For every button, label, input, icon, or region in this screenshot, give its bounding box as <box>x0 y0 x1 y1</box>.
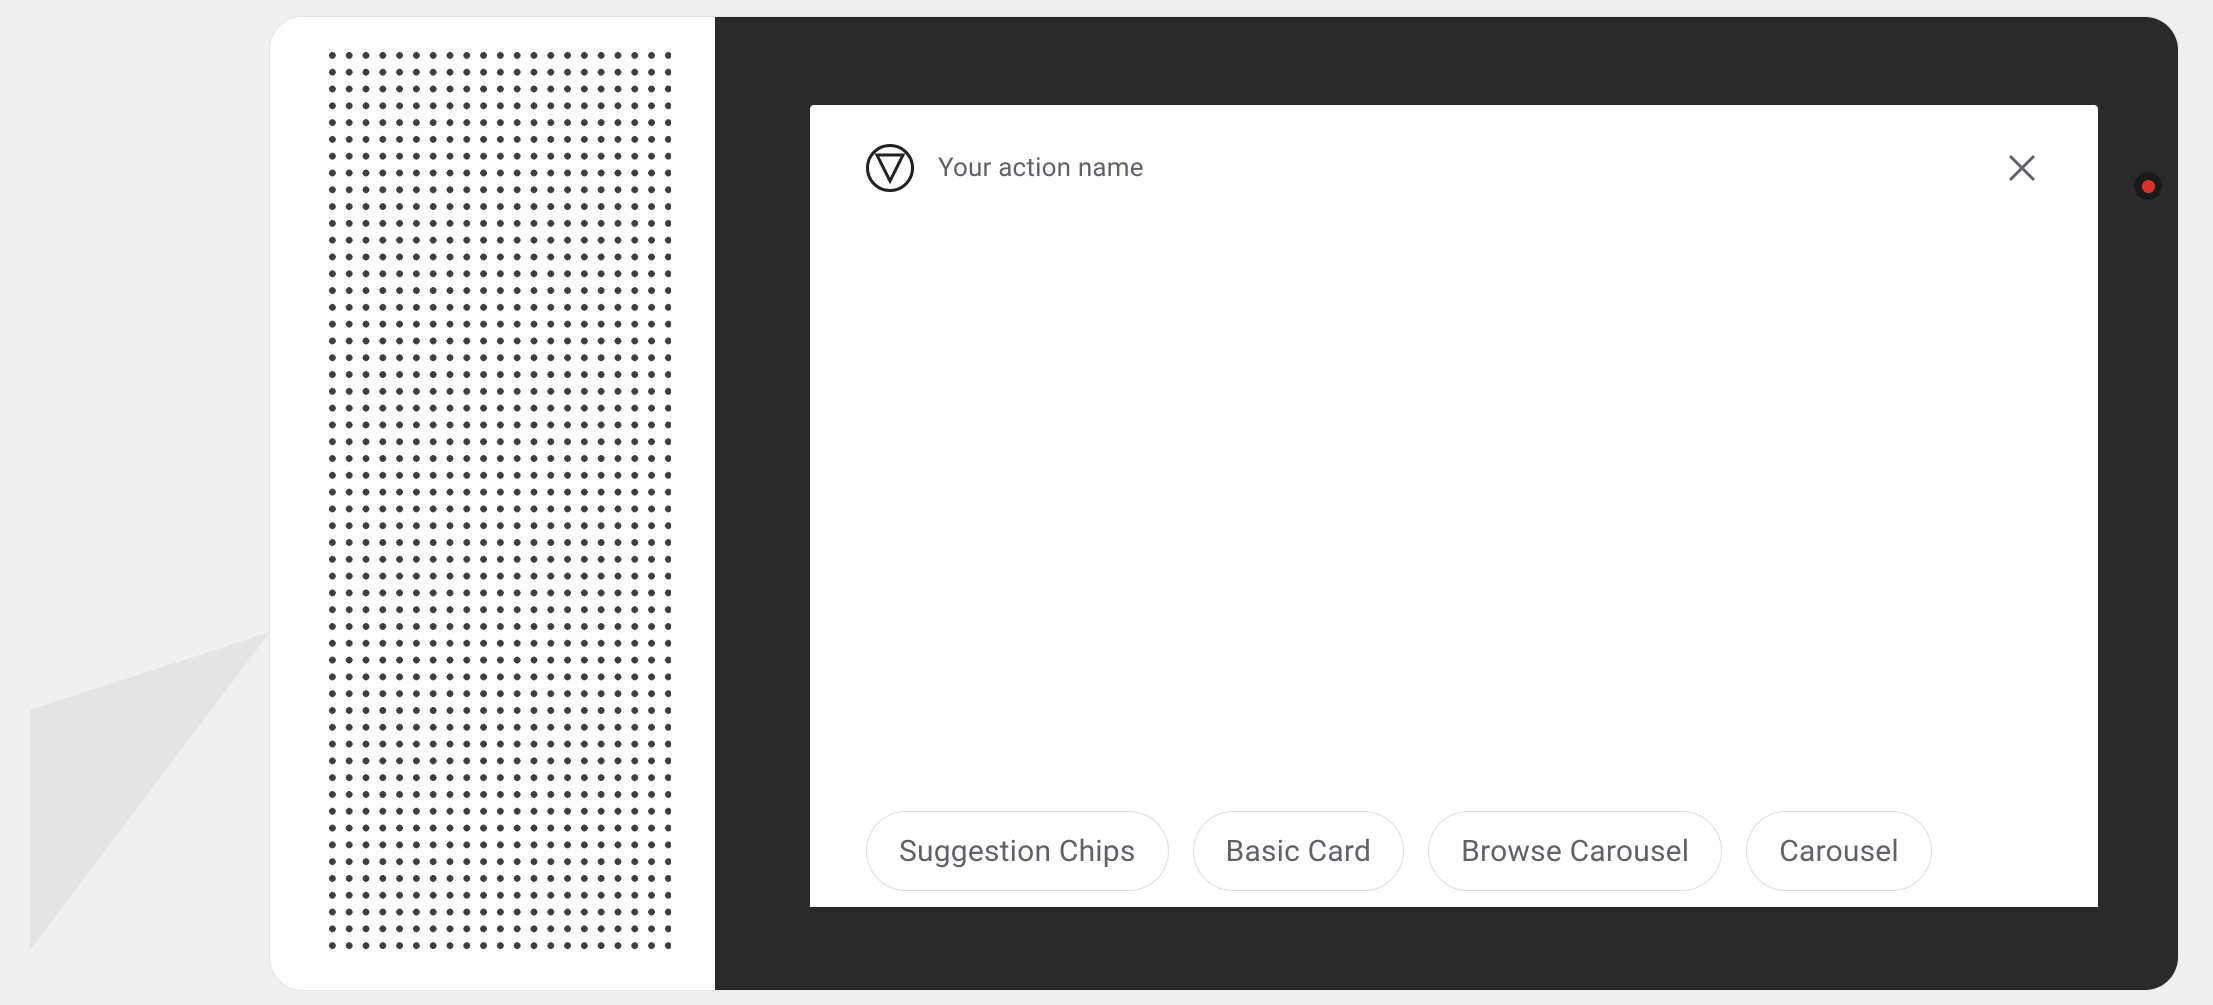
chip-carousel[interactable]: Carousel <box>1746 811 1932 891</box>
recording-indicator <box>2134 172 2162 200</box>
speaker-grill <box>324 47 671 955</box>
card-body <box>810 195 2098 811</box>
close-icon <box>2006 152 2038 184</box>
chip-label: Suggestion Chips <box>899 834 1136 869</box>
assistant-card: Your action name Suggestion Chips Basic … <box>810 105 2098 907</box>
card-header: Your action name <box>810 105 2098 195</box>
suggestion-chips-row: Suggestion Chips Basic Card Browse Carou… <box>810 811 2098 907</box>
close-button[interactable] <box>2002 148 2042 188</box>
screen-bezel: Your action name Suggestion Chips Basic … <box>715 17 2178 990</box>
chip-suggestion-chips[interactable]: Suggestion Chips <box>866 811 1169 891</box>
chip-label: Carousel <box>1779 834 1899 869</box>
device-stand <box>30 632 270 950</box>
action-title: Your action name <box>938 153 1144 183</box>
recording-indicator-dot <box>2142 180 2155 193</box>
smart-display-device: Your action name Suggestion Chips Basic … <box>269 16 2179 991</box>
chip-label: Basic Card <box>1226 834 1372 869</box>
chip-basic-card[interactable]: Basic Card <box>1193 811 1405 891</box>
chip-label: Browse Carousel <box>1461 834 1689 869</box>
speaker-panel <box>270 17 715 990</box>
action-logo-icon <box>866 144 914 192</box>
chip-browse-carousel[interactable]: Browse Carousel <box>1428 811 1722 891</box>
